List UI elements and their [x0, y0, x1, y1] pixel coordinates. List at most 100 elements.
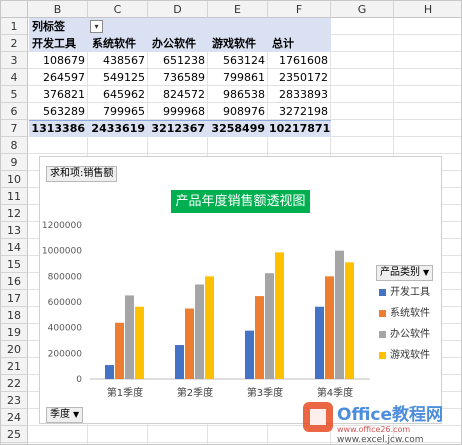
bar[interactable]	[115, 322, 124, 379]
row-header[interactable]: 10	[1, 171, 28, 188]
bar[interactable]	[335, 250, 344, 379]
bar[interactable]	[345, 262, 354, 379]
pivot-value-cell[interactable]: 108679	[29, 52, 88, 69]
bar[interactable]	[205, 276, 214, 379]
bar[interactable]	[325, 276, 334, 379]
column-header-b[interactable]: B	[28, 1, 88, 18]
pivot-value-cell[interactable]: 2350172	[269, 69, 331, 86]
legend-label: 游戏软件	[390, 350, 430, 361]
pivot-value-cell[interactable]: 563289	[29, 103, 88, 120]
pivot-value-cell[interactable]: 908976	[209, 103, 268, 120]
legend-item[interactable]: 游戏软件	[379, 349, 430, 363]
select-all-corner[interactable]	[1, 1, 28, 18]
y-tick-label: 400000	[48, 324, 83, 334]
pivot-value-cell[interactable]: 438567	[89, 52, 148, 69]
row-header[interactable]: 17	[1, 290, 28, 307]
row-header[interactable]: 6	[1, 103, 28, 120]
pivot-value-cell[interactable]: 999968	[149, 103, 208, 120]
pivot-value-cell[interactable]: 986538	[209, 86, 268, 103]
pivot-value-cell[interactable]: 651238	[149, 52, 208, 69]
row-header[interactable]: 2	[1, 35, 28, 52]
row-header[interactable]: 23	[1, 392, 28, 409]
row-header[interactable]: 1	[1, 18, 28, 35]
row-header[interactable]: 25	[1, 426, 28, 443]
pivot-value-cell[interactable]: 799861	[209, 69, 268, 86]
y-tick-label: 1200000	[42, 221, 82, 231]
row-header[interactable]: 22	[1, 375, 28, 392]
pivot-header-cell[interactable]: 开发工具	[32, 35, 88, 52]
column-header-g[interactable]: G	[331, 1, 394, 18]
row-header[interactable]: 12	[1, 205, 28, 222]
pivot-value-cell[interactable]: 799965	[89, 103, 148, 120]
category-field-label: 季度	[50, 409, 70, 420]
pivot-value-cell[interactable]: 645962	[89, 86, 148, 103]
pivot-chart[interactable]: 求和项:销售额 产品年度销售额透视图 0 200000 400000 600000 80…	[39, 156, 442, 424]
pivot-header-cell[interactable]: 总计	[272, 35, 328, 52]
bar[interactable]	[245, 330, 254, 379]
column-header-d[interactable]: D	[148, 1, 208, 18]
legend-item[interactable]: 办公软件	[379, 328, 430, 342]
row-header[interactable]: 24	[1, 409, 28, 426]
pivot-value-cell[interactable]: 563124	[209, 52, 268, 69]
pivot-total-cell[interactable]: 10217871	[269, 120, 331, 137]
pivot-header-cell[interactable]: 办公软件	[152, 35, 208, 52]
pivot-header-cell[interactable]: 游戏软件	[212, 35, 268, 52]
category-field-button[interactable]: 季度 ▼	[46, 407, 84, 423]
legend-item[interactable]: 开发工具	[379, 286, 430, 300]
row-header[interactable]: 5	[1, 86, 28, 103]
bar[interactable]	[125, 295, 134, 379]
legend-field-label: 产品类别	[380, 267, 420, 278]
row-header[interactable]: 16	[1, 273, 28, 290]
spreadsheet-window: B C D E F G H 1 2 3 4 5 6 7 8 9 10 11 12 13 14 15 16 17 1…	[0, 0, 462, 445]
pivot-value-cell[interactable]: 824572	[149, 86, 208, 103]
grid-line	[28, 153, 461, 154]
x-tick-label: 第2季度	[177, 386, 213, 399]
pivot-header-cell[interactable]: 系统软件	[92, 35, 148, 52]
bar[interactable]	[195, 284, 204, 379]
pivot-total-cell[interactable]: 3258499	[209, 120, 268, 137]
bar[interactable]	[175, 345, 184, 379]
row-header[interactable]: 8	[1, 137, 28, 154]
row-header[interactable]: 15	[1, 256, 28, 273]
pivot-value-cell[interactable]: 264597	[29, 69, 88, 86]
watermark: Office教程网 www.office26.com www.excel.jcw…	[303, 402, 443, 444]
pivot-total-cell[interactable]: 3212367	[149, 120, 208, 137]
bar[interactable]	[265, 273, 274, 379]
row-header[interactable]: 14	[1, 239, 28, 256]
bar[interactable]	[315, 306, 324, 379]
bar[interactable]	[135, 306, 144, 379]
row-header[interactable]: 3	[1, 52, 28, 69]
x-tick-label: 第3季度	[247, 386, 283, 399]
column-header-e[interactable]: E	[208, 1, 268, 18]
bar[interactable]	[105, 365, 114, 379]
y-tick-label: 200000	[48, 349, 83, 359]
pivot-column-labels: 列标签	[32, 20, 65, 33]
row-header[interactable]: 21	[1, 358, 28, 375]
row-header[interactable]: 11	[1, 188, 28, 205]
pivot-value-cell[interactable]: 3272198	[269, 103, 331, 120]
pivot-value-cell[interactable]: 376821	[29, 86, 88, 103]
column-header-h[interactable]: H	[394, 1, 461, 18]
pivot-value-cell[interactable]: 1761608	[269, 52, 331, 69]
bar[interactable]	[255, 296, 264, 379]
pivot-value-cell[interactable]: 2833893	[269, 86, 331, 103]
row-header[interactable]: 7	[1, 120, 28, 137]
bar[interactable]	[275, 252, 284, 379]
bar[interactable]	[185, 308, 194, 379]
row-header[interactable]: 18	[1, 307, 28, 324]
column-header-f[interactable]: F	[268, 1, 331, 18]
row-header[interactable]: 4	[1, 69, 28, 86]
column-filter-button[interactable]: ▾	[90, 20, 103, 33]
pivot-total-cell[interactable]: 1313386	[29, 120, 88, 137]
pivot-total-cell[interactable]: 2433619	[89, 120, 148, 137]
pivot-value-cell[interactable]: 549125	[89, 69, 148, 86]
legend-item[interactable]: 系统软件	[379, 307, 430, 321]
row-header[interactable]: 13	[1, 222, 28, 239]
row-header[interactable]: 9	[1, 154, 28, 171]
row-header[interactable]: 19	[1, 324, 28, 341]
legend-field-button[interactable]: 产品类别 ▼	[376, 265, 434, 281]
pivot-value-cell[interactable]: 736589	[149, 69, 208, 86]
column-header-c[interactable]: C	[88, 1, 148, 18]
row-header[interactable]: 20	[1, 341, 28, 358]
watermark-url-1: www.office26.com	[337, 425, 410, 434]
